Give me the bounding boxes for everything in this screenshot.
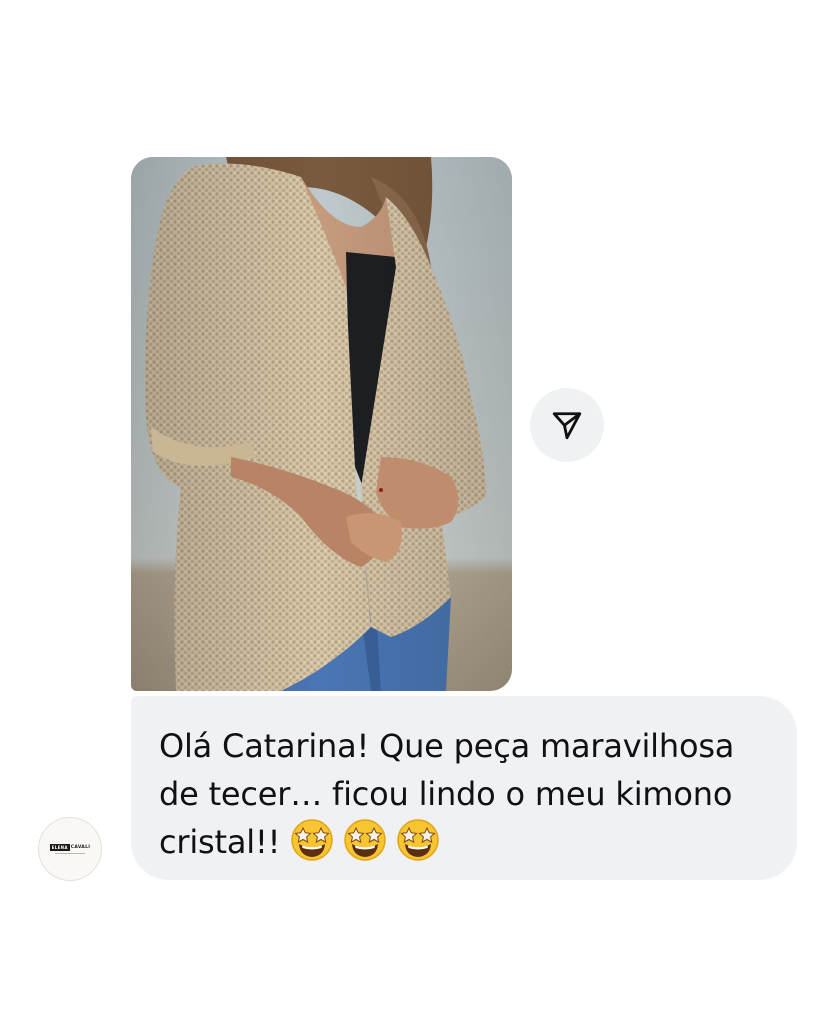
avatar-logo-left: ELENA xyxy=(49,844,70,851)
star-struck-emoji xyxy=(291,819,333,861)
avatar-logo: ELENA CAVALI xyxy=(49,844,91,851)
message-bubble[interactable]: Olá Catarina! Que peça maravilhosa de te… xyxy=(131,696,797,880)
message-text-content: Olá Catarina! Que peça maravilhosa de te… xyxy=(159,727,745,861)
photo-message[interactable] xyxy=(131,157,512,691)
emoji-row xyxy=(290,819,449,861)
avatar-logo-right: CAVALI xyxy=(70,845,91,850)
star-struck-emoji xyxy=(344,819,386,861)
photo-image xyxy=(131,157,512,691)
avatar-tagline xyxy=(55,853,85,854)
star-struck-emoji xyxy=(397,819,439,861)
chat-thread: Olá Catarina! Que peça maravilhosa de te… xyxy=(0,0,818,1023)
sender-avatar[interactable]: ELENA CAVALI xyxy=(38,817,102,881)
send-icon xyxy=(552,412,582,440)
share-button[interactable] xyxy=(530,388,604,462)
message-text: Olá Catarina! Que peça maravilhosa de te… xyxy=(159,722,767,866)
